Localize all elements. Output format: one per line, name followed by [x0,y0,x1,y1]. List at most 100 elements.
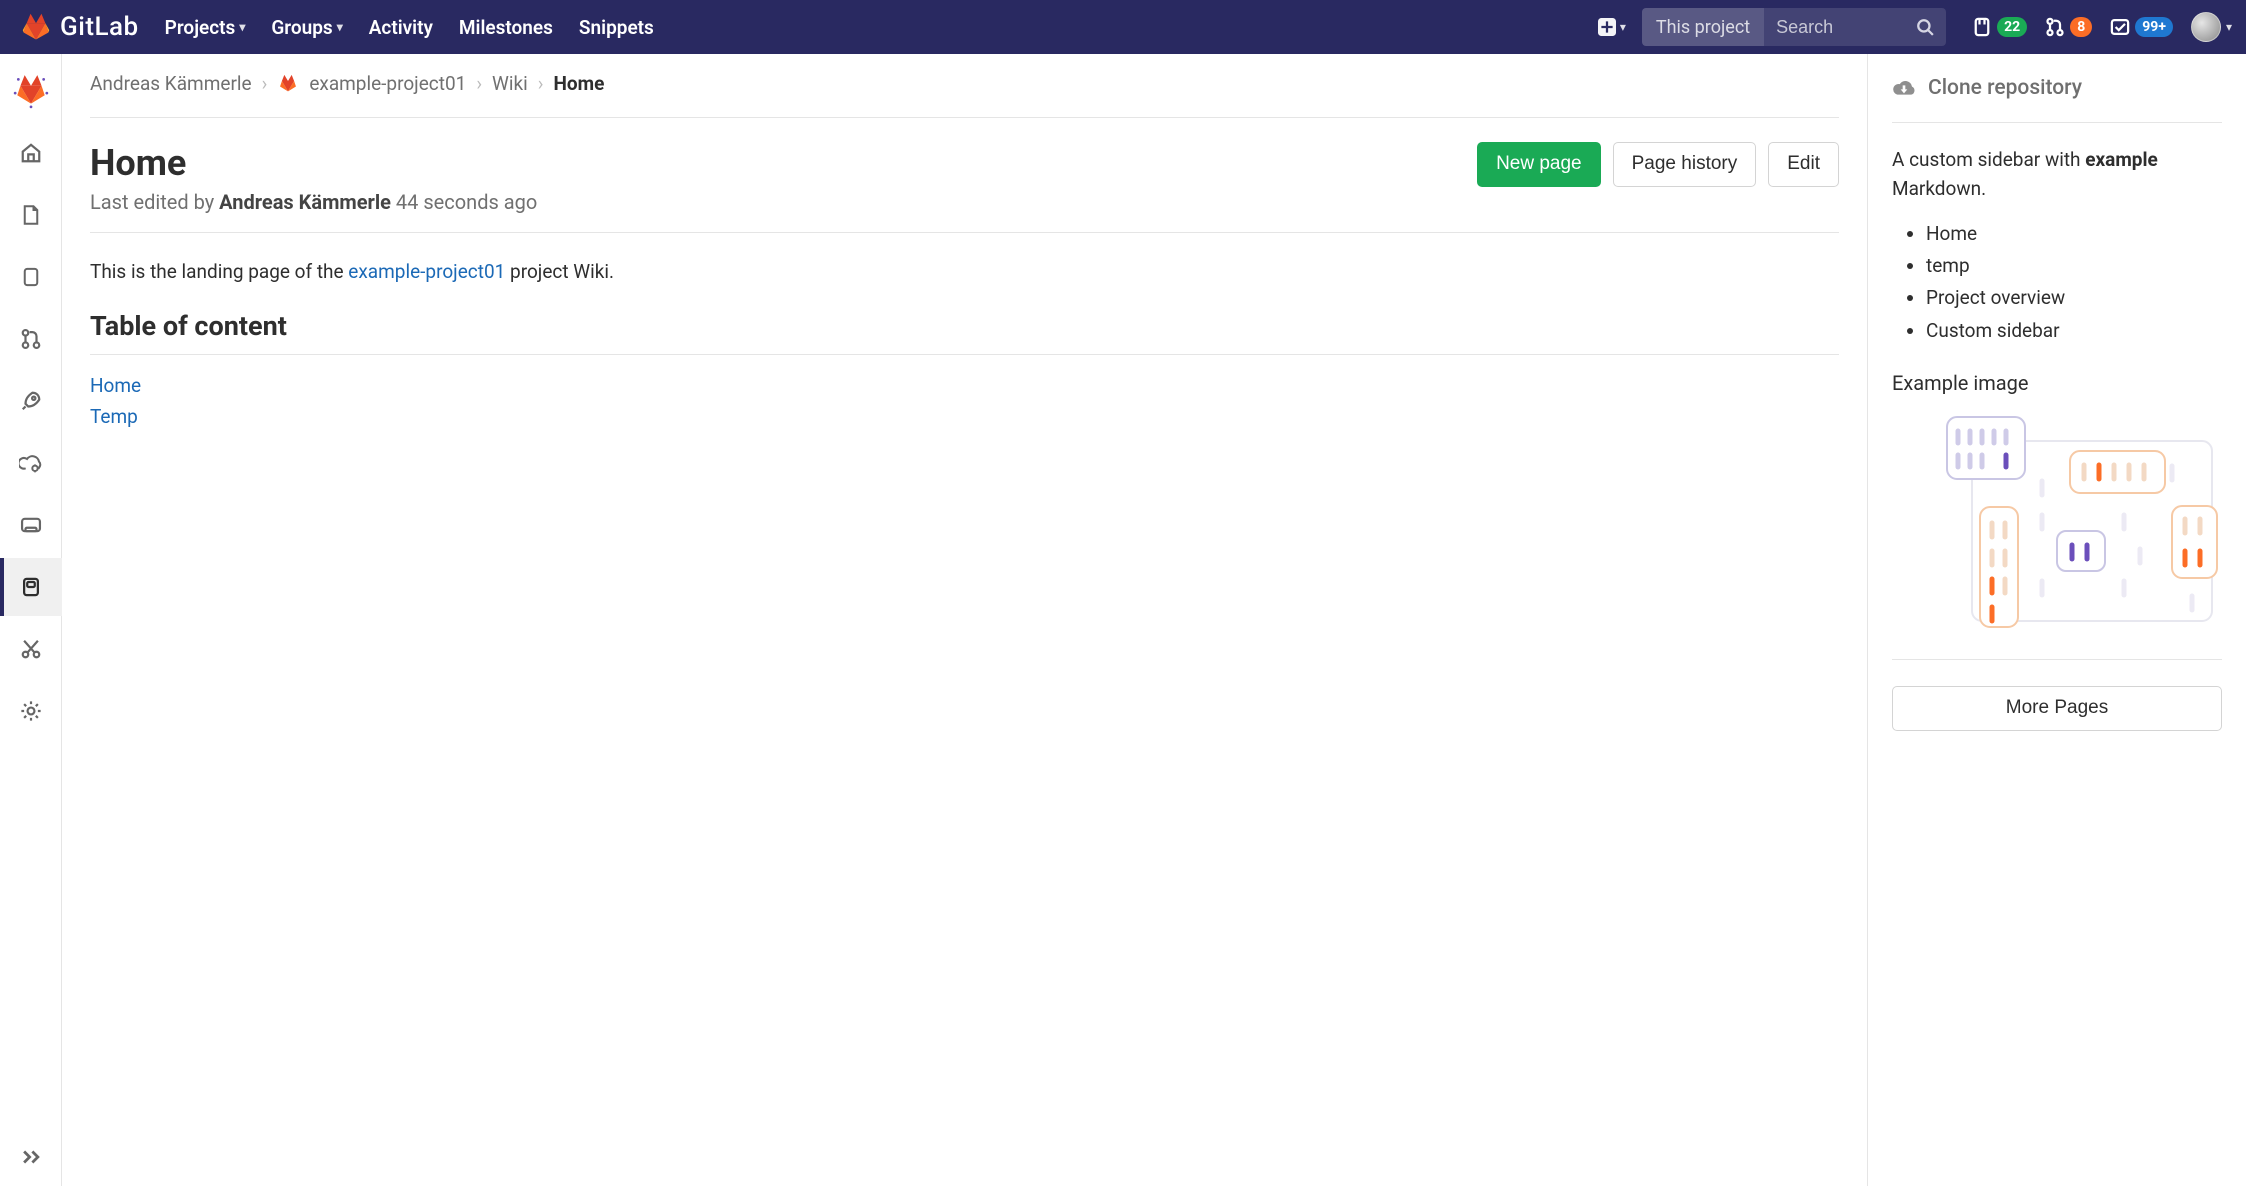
todos-icon [2110,17,2130,37]
header-right: 22 8 99+ ▾ [1972,12,2232,42]
primary-nav: Projects ▾ Groups ▾ Activity Milestones … [165,16,654,39]
intro-suffix: project Wiki. [505,260,614,283]
book-icon [21,576,41,598]
nav-snippets-label: Snippets [579,16,654,39]
issues-badge: 22 [1997,17,2027,37]
sidebar-item-merge-requests[interactable] [0,310,62,368]
plus-icon [1598,18,1616,36]
crumb-project[interactable]: example-project01 [309,72,466,95]
search-scope-label: This project [1656,17,1750,38]
chevron-down-icon: ▾ [1620,20,1626,34]
intro-prefix: This is the landing page of the [90,260,348,283]
chevron-right-icon: › [538,72,544,95]
edit-button[interactable]: Edit [1768,142,1839,187]
nav-groups[interactable]: Groups ▾ [271,16,342,39]
cloud-gear-icon [19,452,43,474]
scissors-icon [20,638,42,660]
sidebar-item-ci-cd[interactable] [0,372,62,430]
nav-activity-label: Activity [369,16,433,39]
crumb-section[interactable]: Wiki [492,72,528,95]
nav-groups-label: Groups [271,16,332,39]
todos-counter[interactable]: 99+ [2110,17,2173,37]
intro-paragraph: This is the landing page of the example-… [90,257,1839,286]
search-button[interactable] [1904,8,1946,46]
issues-counter[interactable]: 22 [1972,17,2027,37]
chevron-down-icon: ▾ [337,20,343,34]
merge-request-icon [20,328,42,350]
nav-milestones[interactable]: Milestones [459,16,553,39]
nav-snippets[interactable]: Snippets [579,16,654,39]
global-header: GitLab Projects ▾ Groups ▾ Activity Mile… [0,0,2246,54]
wiki-sidebar: Clone repository A custom sidebar with e… [1868,54,2246,1186]
sidebar-link-home[interactable]: Home [1926,218,2222,250]
search-scope[interactable]: This project [1642,8,1764,46]
clone-label: Clone repository [1928,76,2082,100]
toc-link-home[interactable]: Home [90,371,1839,401]
avatar [2191,12,2221,42]
file-icon [21,204,41,226]
sidebar-item-issues[interactable] [0,248,62,306]
cloud-download-icon [1892,77,1916,99]
nav-milestones-label: Milestones [459,16,553,39]
nav-activity[interactable]: Activity [369,16,433,39]
package-icon [20,515,42,535]
last-edited-author: Andreas Kämmerle [219,190,391,214]
sidebar-item-registry[interactable] [0,496,62,554]
sidebar-item-snippets[interactable] [0,620,62,678]
sidebar-item-wiki[interactable] [0,558,62,616]
search-input[interactable] [1764,8,1904,46]
sidebar-item-overview[interactable] [0,124,62,182]
clone-repository[interactable]: Clone repository [1892,76,2222,123]
intro-project-link[interactable]: example-project01 [348,260,505,283]
chevron-right-icon: › [476,72,482,95]
wiki-body: This is the landing page of the example-… [90,257,1839,432]
sidebar-desc-suffix: Markdown. [1892,177,1986,200]
sidebar-item-operations[interactable] [0,434,62,492]
nav-projects[interactable]: Projects ▾ [165,16,246,39]
todos-badge: 99+ [2135,17,2173,37]
divider [1892,659,2222,660]
sidebar-link-temp[interactable]: temp [1926,250,2222,282]
sidebar-description: A custom sidebar with example Markdown. [1892,145,2222,204]
chevron-down-icon: ▾ [239,20,245,34]
page-actions: New page Page history Edit [1477,142,1839,187]
sidebar-collapse[interactable] [0,1128,62,1186]
content: Andreas Kämmerle › example-project01 › W… [62,54,1868,1186]
sidebar-item-settings[interactable] [0,682,62,740]
project-sidebar [0,54,62,1186]
crumb-owner[interactable]: Andreas Kämmerle [90,72,252,95]
project-avatar[interactable] [12,64,50,120]
sidebar-link-overview[interactable]: Project overview [1926,282,2222,314]
chevron-down-icon: ▾ [2226,20,2232,34]
page-title: Home [90,142,1461,184]
last-edited-time: 44 seconds ago [391,190,537,214]
mr-badge: 8 [2070,17,2092,37]
sidebar-image-heading: Example image [1892,371,2222,395]
breadcrumb: Andreas Kämmerle › example-project01 › W… [90,72,1839,118]
main: Andreas Kämmerle › example-project01 › W… [62,54,2246,1186]
new-dropdown[interactable]: ▾ [1590,12,1634,42]
page-history-button[interactable]: Page history [1613,142,1757,187]
issues-icon [21,266,41,288]
new-page-button[interactable]: New page [1477,142,1601,187]
sidebar-link-custom[interactable]: Custom sidebar [1926,315,2222,347]
chevron-right-icon: › [262,72,268,95]
title-row: Home Last edited by Andreas Kämmerle 44 … [90,142,1839,233]
chevrons-right-icon [20,1146,42,1168]
rocket-icon [20,390,42,412]
toc-link-temp[interactable]: Temp [90,402,1839,432]
last-edited: Last edited by Andreas Kämmerle 44 secon… [90,190,1461,214]
crumb-current: Home [554,72,605,95]
sidebar-desc-prefix: A custom sidebar with [1892,148,2085,171]
home-icon [20,142,42,164]
toc-heading: Table of content [90,310,1839,355]
project-avatar-small [277,73,299,95]
sidebar-item-repository[interactable] [0,186,62,244]
more-pages-button[interactable]: More Pages [1892,686,2222,731]
example-image [1892,411,2222,631]
brand[interactable]: GitLab [22,12,139,42]
merge-requests-counter[interactable]: 8 [2045,17,2092,37]
nav-projects-label: Projects [165,16,236,39]
user-menu[interactable]: ▾ [2191,12,2232,42]
sidebar-links: Home temp Project overview Custom sideba… [1892,218,2222,347]
